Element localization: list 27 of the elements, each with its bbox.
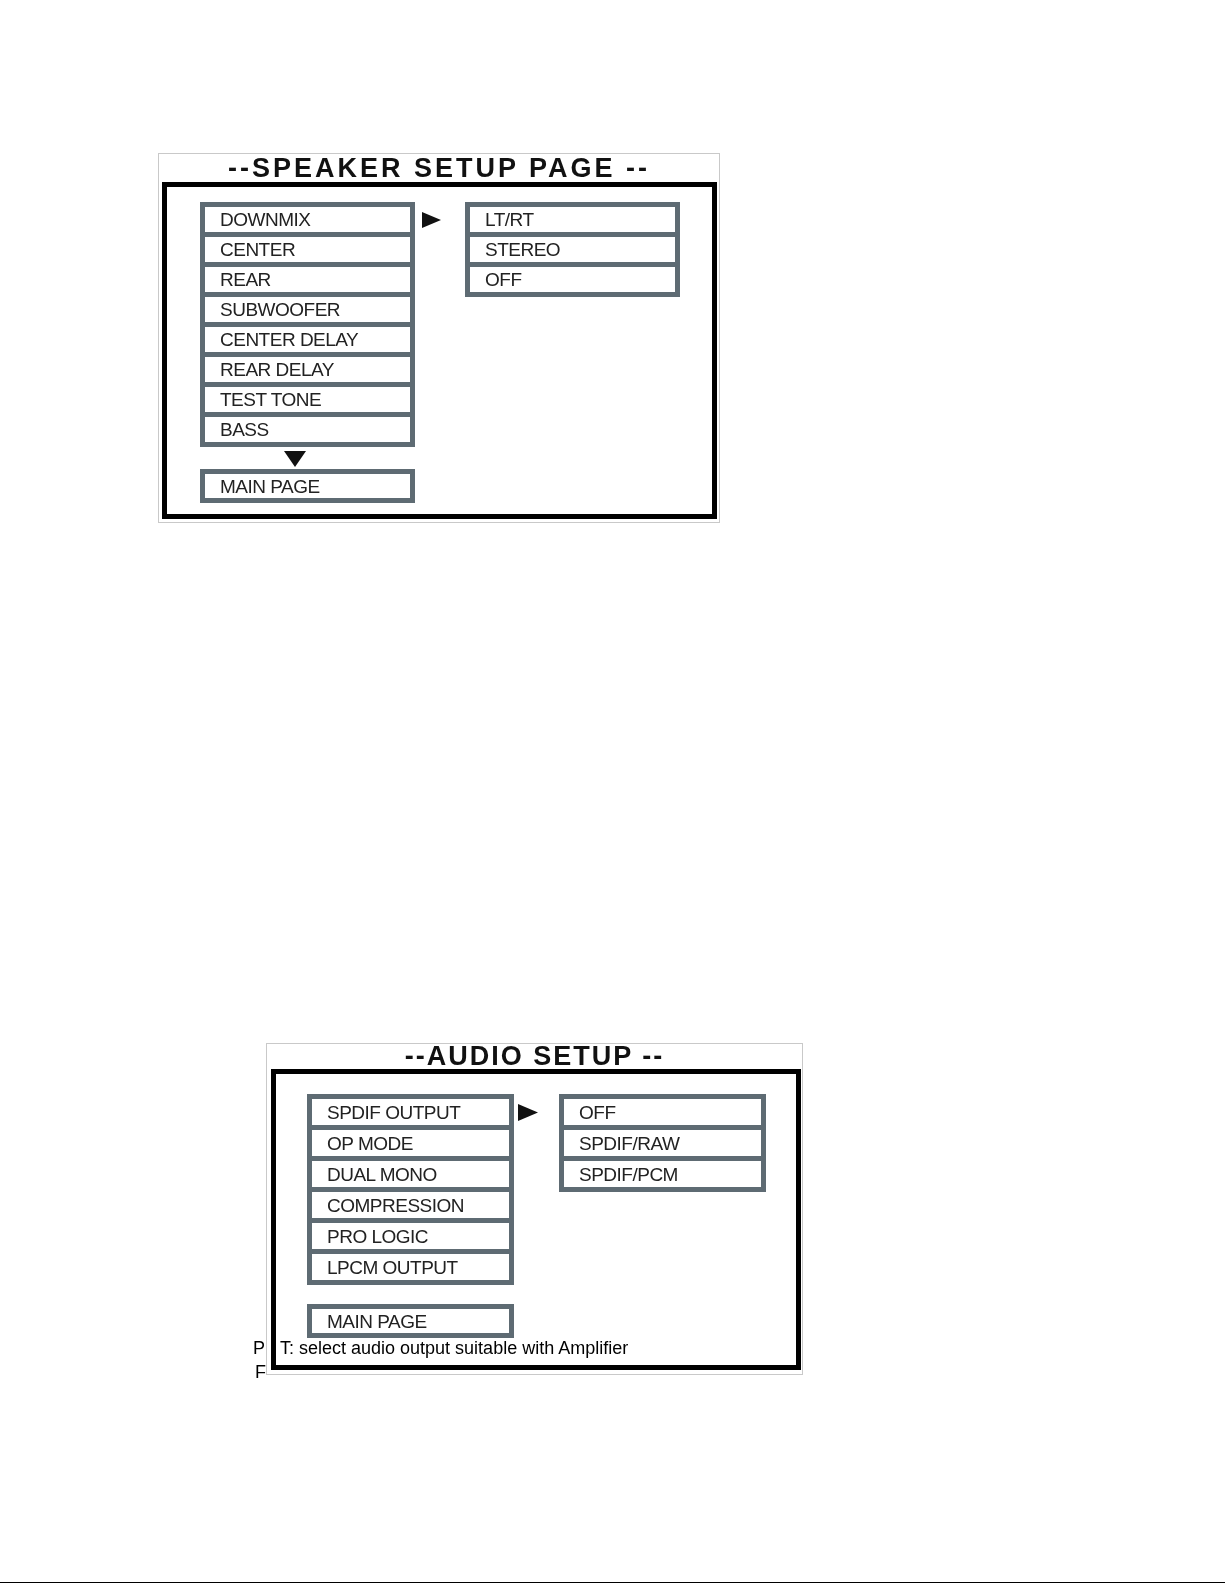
menu-item[interactable]: BASS — [200, 417, 415, 447]
option-item[interactable]: OFF — [465, 267, 680, 297]
menu-item[interactable]: LPCM OUTPUT — [307, 1254, 514, 1285]
menu-item[interactable]: REAR — [200, 267, 415, 297]
menu-item[interactable]: DOWNMIX — [200, 202, 415, 237]
menu-item[interactable]: CENTER DELAY — [200, 327, 415, 357]
menu-item[interactable]: DUAL MONO — [307, 1161, 514, 1192]
option-item[interactable]: OFF — [559, 1094, 766, 1130]
menu-item[interactable]: OP MODE — [307, 1130, 514, 1161]
option-item[interactable]: STEREO — [465, 237, 680, 267]
menu-item[interactable]: SPDIF OUTPUT — [307, 1094, 514, 1130]
caption-text: T: select audio output suitable with Amplifier — [280, 1338, 629, 1358]
menu-item[interactable]: SUBWOOFER — [200, 297, 415, 327]
option-item[interactable]: LT/RT — [465, 202, 680, 237]
caption-text: P — [253, 1338, 265, 1358]
menu-item[interactable]: PRO LOGIC — [307, 1223, 514, 1254]
main-page-item[interactable]: MAIN PAGE — [200, 469, 415, 503]
option-item[interactable]: SPDIF/PCM — [559, 1161, 766, 1192]
main-page-item[interactable]: MAIN PAGE — [307, 1304, 514, 1338]
menu-item[interactable]: COMPRESSION — [307, 1192, 514, 1223]
caption-text: F — [255, 1362, 266, 1382]
menu-item[interactable]: TEST TONE — [200, 387, 415, 417]
option-item[interactable]: SPDIF/RAW — [559, 1130, 766, 1161]
menu-item[interactable]: REAR DELAY — [200, 357, 415, 387]
page-title: --AUDIO SETUP -- — [403, 1044, 666, 1069]
page-title: --SPEAKER SETUP PAGE -- — [226, 154, 651, 182]
menu-item[interactable]: CENTER — [200, 237, 415, 267]
